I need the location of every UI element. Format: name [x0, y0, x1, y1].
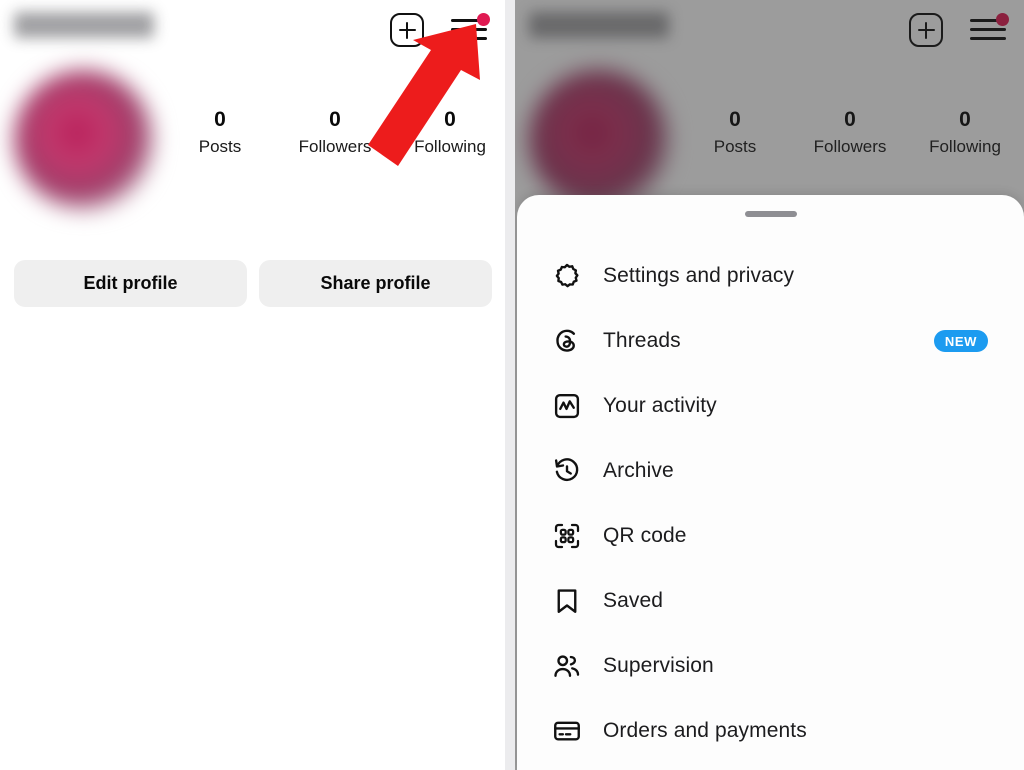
edit-profile-button[interactable]: Edit profile — [14, 260, 247, 307]
menu-item-label: Archive — [603, 458, 674, 482]
stat-posts-label: Posts — [198, 137, 242, 156]
profile-action-buttons: Edit profile Share profile — [14, 260, 492, 307]
profile-stats: 0 Posts 0 Followers 0 Following — [170, 108, 500, 159]
screenshot-root: 0 Posts 0 Followers 0 Following Edit pro… — [0, 0, 1024, 770]
bookmark-icon — [551, 585, 583, 617]
share-profile-button[interactable]: Share profile — [259, 260, 492, 307]
menu-item-threads[interactable]: Threads NEW — [517, 308, 1024, 373]
settings-gear-icon — [551, 260, 583, 292]
main-menu-button[interactable] — [449, 10, 490, 50]
stat-following-value: 0 — [444, 108, 456, 131]
profile-header: 0 Posts 0 Followers 0 Following — [0, 0, 505, 210]
menu-list: Settings and privacy Threads NEW Your ac… — [517, 243, 1024, 763]
stat-posts[interactable]: 0 Posts — [170, 108, 270, 159]
supervision-people-icon — [551, 650, 583, 682]
qr-code-icon — [551, 520, 583, 552]
right-panel-menu-screen: 0 Posts 0 Followers 0 Following Settings… — [515, 0, 1024, 770]
menu-item-label: QR code — [603, 523, 687, 547]
menu-item-saved[interactable]: Saved — [517, 568, 1024, 633]
menu-item-label: Supervision — [603, 653, 714, 677]
left-panel-profile-screen: 0 Posts 0 Followers 0 Following Edit pro… — [0, 0, 505, 770]
header-actions — [387, 10, 490, 50]
stat-followers[interactable]: 0 Followers — [285, 108, 385, 159]
menu-bottom-sheet: Settings and privacy Threads NEW Your ac… — [517, 195, 1024, 770]
stat-posts-value: 0 — [214, 108, 226, 131]
menu-item-your-activity[interactable]: Your activity — [517, 373, 1024, 438]
username-blurred — [14, 12, 154, 38]
stat-following-label: Following — [414, 137, 486, 156]
stat-followers-value: 0 — [329, 108, 341, 131]
menu-item-qr-code[interactable]: QR code — [517, 503, 1024, 568]
menu-item-settings-and-privacy[interactable]: Settings and privacy — [517, 243, 1024, 308]
hamburger-menu-icon — [451, 13, 490, 43]
avatar[interactable] — [14, 70, 154, 210]
create-button[interactable] — [387, 10, 427, 50]
menu-item-supervision[interactable]: Supervision — [517, 633, 1024, 698]
menu-item-label: Settings and privacy — [603, 263, 795, 287]
notification-dot-icon — [477, 13, 490, 26]
menu-item-label: Threads — [603, 328, 681, 352]
menu-item-label: Your activity — [603, 393, 717, 417]
stat-following[interactable]: 0 Following — [400, 108, 500, 159]
menu-item-label: Orders and payments — [603, 718, 807, 742]
activity-chart-icon — [551, 390, 583, 422]
menu-item-orders-and-payments[interactable]: Orders and payments — [517, 698, 1024, 763]
status-badge-new: NEW — [933, 329, 988, 352]
drag-handle[interactable] — [744, 211, 797, 217]
credit-card-icon — [551, 715, 583, 747]
threads-icon — [551, 325, 583, 357]
menu-item-label: Saved — [603, 588, 664, 612]
plus-square-icon — [390, 13, 424, 47]
archive-clock-icon — [551, 455, 583, 487]
stat-followers-label: Followers — [298, 137, 372, 156]
menu-item-archive[interactable]: Archive — [517, 438, 1024, 503]
panel-divider — [505, 0, 515, 770]
